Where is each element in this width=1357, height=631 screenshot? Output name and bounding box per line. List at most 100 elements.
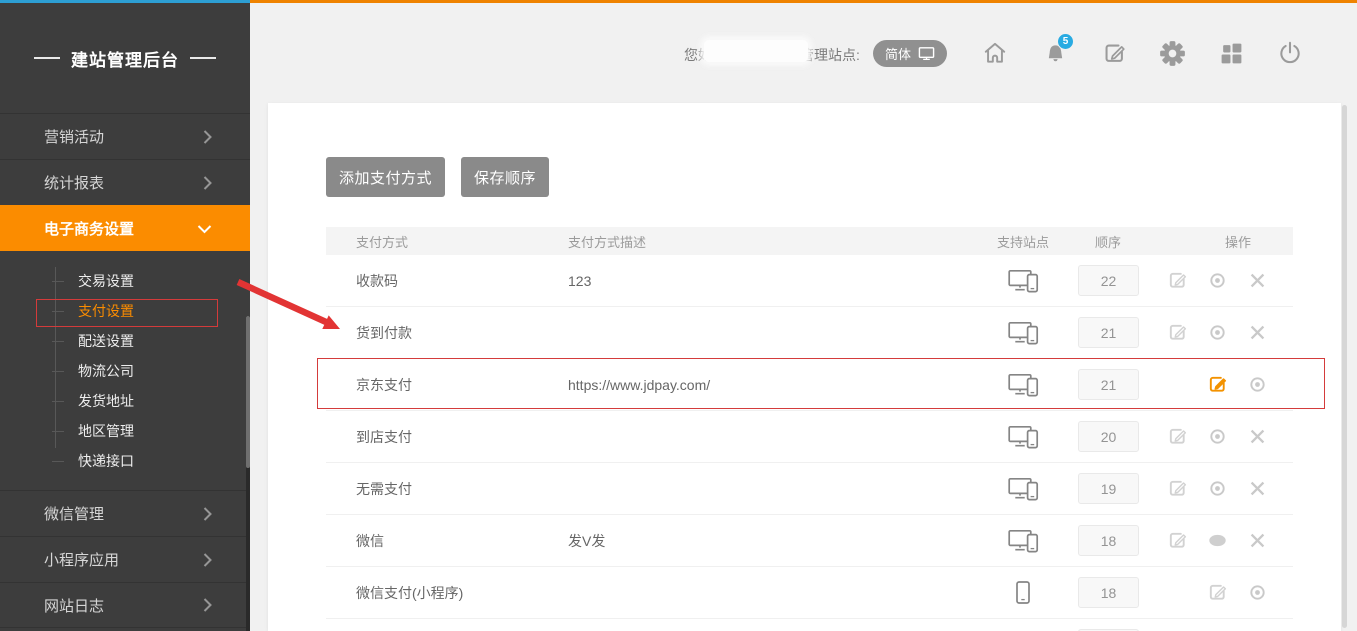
view-off-icon[interactable] xyxy=(1198,530,1238,551)
actions-cell xyxy=(1158,478,1293,499)
sidebar-item-ecommerce-settings[interactable]: 电子商务设置 xyxy=(0,205,250,251)
sidebar-item-miniprogram[interactable]: 小程序应用 xyxy=(0,536,250,582)
desktop-mobile-icon xyxy=(1008,476,1039,502)
payment-method-name: 京东支付 xyxy=(326,375,568,395)
home-icon[interactable] xyxy=(981,39,1009,67)
chevron-right-icon xyxy=(203,506,212,521)
sidebar-item-label: 微信管理 xyxy=(44,503,104,524)
view-icon[interactable] xyxy=(1198,270,1238,291)
payment-method-name: 货到付款 xyxy=(326,323,568,343)
order-input[interactable]: 21 xyxy=(1078,369,1139,400)
table-row: 京东支付https://www.jdpay.com/ 21 xyxy=(326,359,1293,411)
edit-icon[interactable] xyxy=(1158,426,1198,447)
payment-method-name: 无需支付 xyxy=(326,479,568,499)
gear-icon[interactable] xyxy=(1158,39,1186,67)
sidebar-item-reports[interactable]: 统计报表 xyxy=(0,159,250,205)
app-title-text: 建站管理后台 xyxy=(71,46,179,71)
apps-grid-icon[interactable] xyxy=(1217,39,1245,67)
edit-icon[interactable] xyxy=(1158,270,1198,291)
order-cell: 18 xyxy=(1078,577,1158,608)
desktop-mobile-icon xyxy=(1008,424,1039,450)
desktop-mobile-icon xyxy=(1008,268,1039,294)
table-row: 微信支付(小程序) 18 xyxy=(326,567,1293,619)
delete-icon[interactable] xyxy=(1237,426,1277,447)
submenu-item-delivery-settings[interactable]: 配送设置 xyxy=(0,326,250,356)
delete-icon[interactable] xyxy=(1237,478,1277,499)
order-input[interactable]: 20 xyxy=(1078,421,1139,452)
sidebar-item-label: 小程序应用 xyxy=(44,549,119,570)
edit-icon[interactable] xyxy=(1158,530,1198,551)
sidebar-item-label: 统计报表 xyxy=(44,172,104,193)
payment-method-desc: 123 xyxy=(568,273,968,289)
actions-cell xyxy=(1158,374,1293,395)
order-input[interactable]: 19 xyxy=(1078,473,1139,504)
order-input[interactable]: 22 xyxy=(1078,265,1139,296)
chevron-down-icon xyxy=(197,224,212,233)
save-order-button[interactable]: 保存顺序 xyxy=(461,157,549,197)
bell-icon[interactable]: 5 xyxy=(1041,39,1069,67)
edit-icon-active[interactable] xyxy=(1197,374,1237,395)
notification-badge: 5 xyxy=(1057,33,1074,50)
actions-cell xyxy=(1158,322,1293,343)
table-row-partial xyxy=(326,619,1293,631)
sidebar-item-wechat[interactable]: 微信管理 xyxy=(0,490,250,536)
power-icon[interactable] xyxy=(1276,39,1304,67)
edit-icon[interactable] xyxy=(1197,582,1237,603)
view-icon[interactable] xyxy=(1237,374,1277,395)
submenu-item-payment-settings[interactable]: 支付设置 xyxy=(0,296,250,326)
order-cell: 18 xyxy=(1078,525,1158,556)
sidebar-item-site-log[interactable]: 网站日志 xyxy=(0,582,250,628)
actions-cell xyxy=(1158,582,1293,603)
sidebar-scrollbar-thumb[interactable] xyxy=(246,316,250,468)
chevron-right-icon xyxy=(203,129,212,144)
payment-method-desc: https://www.jdpay.com/ xyxy=(568,377,968,393)
view-icon[interactable] xyxy=(1237,582,1277,603)
compose-icon[interactable] xyxy=(1100,39,1128,67)
table-row: 微信发V发 18 xyxy=(326,515,1293,567)
delete-icon[interactable] xyxy=(1237,322,1277,343)
supported-site-cell xyxy=(968,424,1078,450)
edit-icon[interactable] xyxy=(1158,322,1198,343)
toolbar: 添加支付方式 保存顺序 xyxy=(268,103,1341,197)
submenu-item-region-management[interactable]: 地区管理 xyxy=(0,416,250,446)
view-icon[interactable] xyxy=(1198,426,1238,447)
edit-icon[interactable] xyxy=(1158,478,1198,499)
supported-site-cell xyxy=(968,268,1078,294)
submenu-item-logistics-company[interactable]: 物流公司 xyxy=(0,356,250,386)
payment-method-desc: 发V发 xyxy=(568,531,968,551)
submenu-item-express-api[interactable]: 快递接口 xyxy=(0,446,250,476)
table-row: 到店支付 20 xyxy=(326,411,1293,463)
sidebar-item-label: 电子商务设置 xyxy=(44,218,134,239)
header-supported-sites: 支持站点 xyxy=(968,232,1078,251)
add-payment-button[interactable]: 添加支付方式 xyxy=(326,157,445,197)
supported-site-cell xyxy=(968,528,1078,554)
supported-site-cell xyxy=(968,372,1078,398)
page-scrollbar-thumb[interactable] xyxy=(1342,105,1347,628)
chevron-right-icon xyxy=(203,552,212,567)
sidebar-item-marketing[interactable]: 营销活动 xyxy=(0,113,250,159)
order-input[interactable]: 18 xyxy=(1078,525,1139,556)
order-input[interactable]: 18 xyxy=(1078,577,1139,608)
view-icon[interactable] xyxy=(1198,322,1238,343)
title-dash-left xyxy=(34,57,60,59)
submenu-item-trade-settings[interactable]: 交易设置 xyxy=(0,266,250,296)
language-pill-label: 简体 xyxy=(885,44,911,63)
desktop-mobile-icon xyxy=(1008,372,1039,398)
order-cell: 21 xyxy=(1078,317,1158,348)
order-cell: 19 xyxy=(1078,473,1158,504)
language-site-pill[interactable]: 简体 xyxy=(873,40,947,67)
table-row: 无需支付 19 xyxy=(326,463,1293,515)
delete-icon[interactable] xyxy=(1237,530,1277,551)
sidebar-item-label: 网站日志 xyxy=(44,595,104,616)
header-order: 顺序 xyxy=(1078,232,1158,251)
supported-site-cell xyxy=(968,581,1078,604)
sidebar: 建站管理后台 营销活动 统计报表 电子商务设置 交易设置 支付设置 配送设置 物… xyxy=(0,3,250,631)
delete-icon[interactable] xyxy=(1237,270,1277,291)
view-icon[interactable] xyxy=(1198,478,1238,499)
order-input[interactable]: 21 xyxy=(1078,317,1139,348)
table-rows: 收款码123 22 货到付款 21 京东支付https://www.jdpay.… xyxy=(326,255,1293,631)
submenu-item-shipping-address[interactable]: 发货地址 xyxy=(0,386,250,416)
desktop-mobile-icon xyxy=(1008,320,1039,346)
payment-method-name: 到店支付 xyxy=(326,427,568,447)
header-actions: 操作 xyxy=(1158,232,1293,251)
